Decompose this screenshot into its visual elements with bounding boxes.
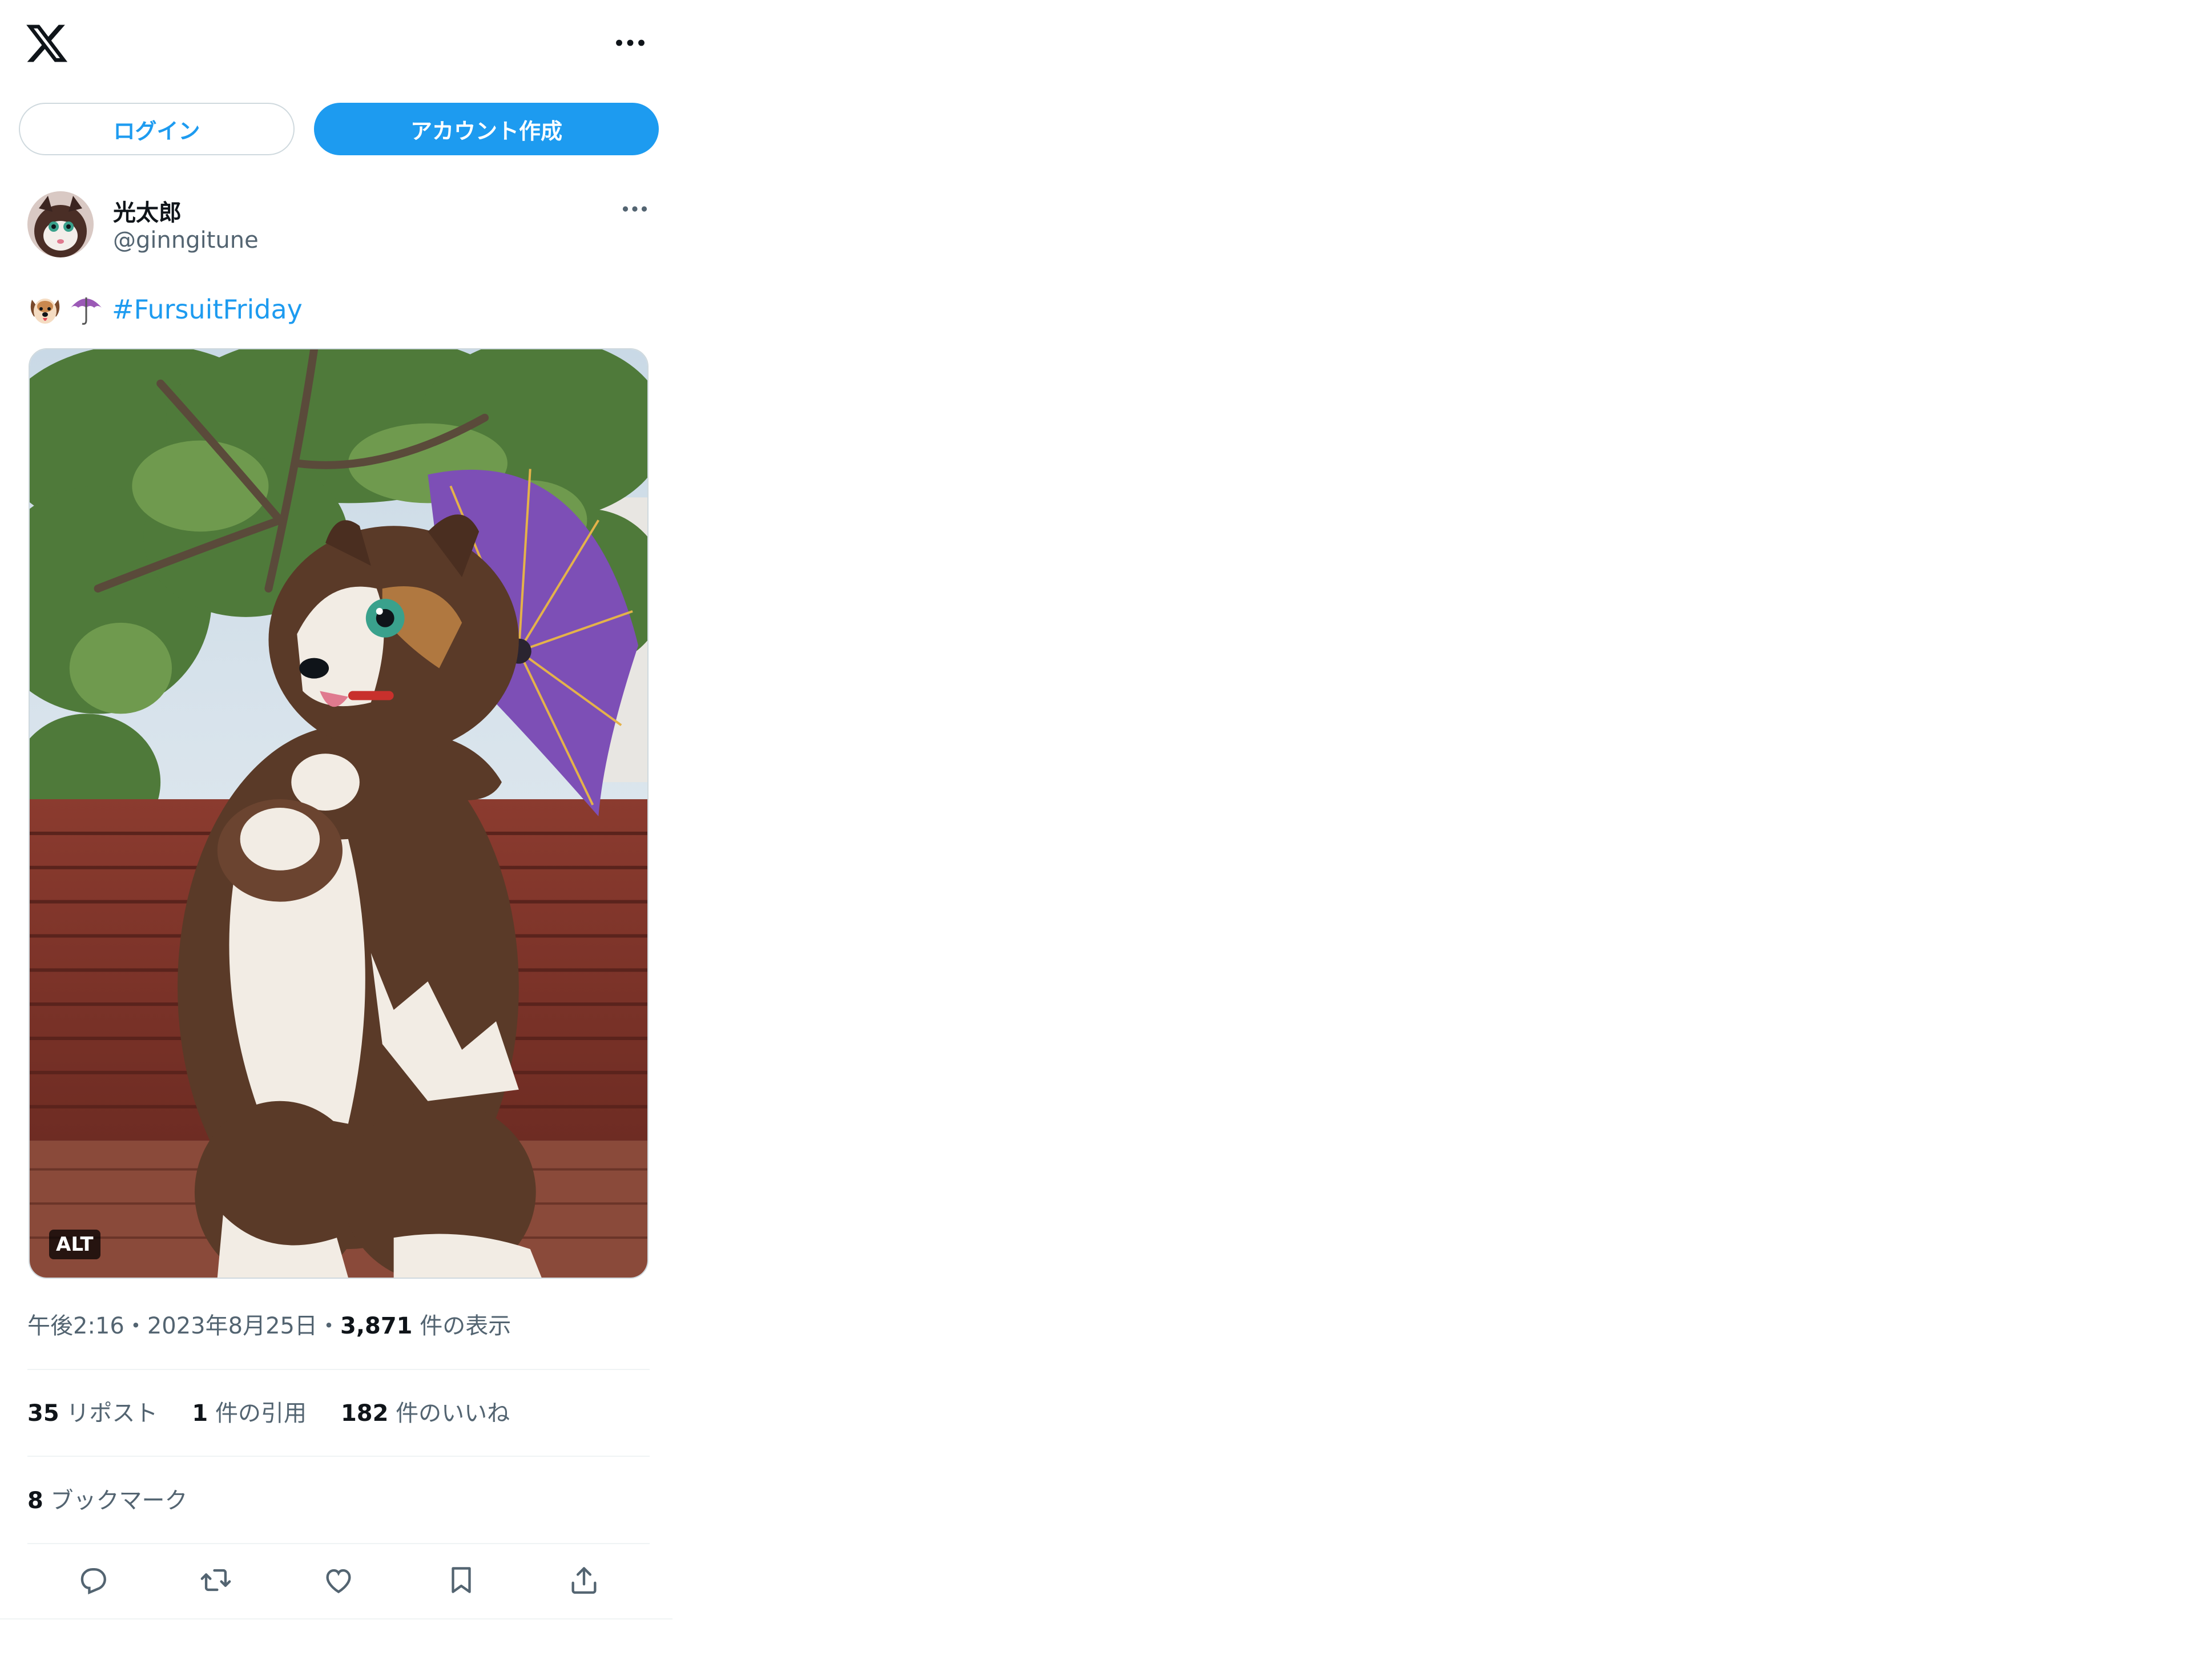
- divider: [27, 1369, 650, 1370]
- avatar[interactable]: [27, 191, 94, 257]
- tweet-date[interactable]: 2023年8月25日: [147, 1313, 317, 1339]
- more-horizontal-icon[interactable]: [609, 29, 652, 57]
- divider: [27, 1456, 650, 1457]
- signup-button[interactable]: アカウント作成: [314, 103, 659, 155]
- reply-icon[interactable]: [70, 1557, 115, 1603]
- login-button[interactable]: ログイン: [19, 103, 295, 155]
- reposts-stat[interactable]: 35 リポスト: [27, 1395, 158, 1428]
- dog-face-emoji: [27, 292, 63, 327]
- reposts-count: 35: [27, 1400, 59, 1427]
- engagement-stats: 35 リポスト 1 件の引用 182 件のいいね: [27, 1395, 510, 1428]
- views-count: 3,871: [340, 1313, 413, 1339]
- alt-badge[interactable]: ALT: [49, 1230, 100, 1259]
- x-logo-icon[interactable]: [24, 21, 70, 66]
- repost-icon[interactable]: [193, 1557, 239, 1603]
- tweet-column: ログイン アカウント作成 光太郎 @ginngitune #FursuitFri…: [0, 0, 672, 1619]
- likes-stat[interactable]: 182 件のいいね: [341, 1395, 510, 1428]
- action-bar: [27, 1557, 650, 1603]
- meta-separator: ・: [124, 1313, 147, 1339]
- reposts-label: リポスト: [59, 1400, 158, 1427]
- divider: [27, 1543, 650, 1544]
- tweet-media[interactable]: ALT: [29, 348, 649, 1279]
- likes-count: 182: [340, 1400, 389, 1427]
- share-icon[interactable]: [561, 1557, 607, 1603]
- quotes-label: 件の引用: [208, 1400, 307, 1427]
- more-horizontal-icon[interactable]: [617, 198, 653, 220]
- author-display-name[interactable]: 光太郎: [113, 194, 182, 227]
- meta-separator: ・: [317, 1313, 340, 1339]
- like-icon[interactable]: [316, 1557, 361, 1603]
- hashtag-link[interactable]: #FursuitFriday: [112, 290, 303, 329]
- app-root: ログイン アカウント作成 光太郎 @ginngitune #FursuitFri…: [0, 0, 2199, 1680]
- bookmarks-label: ブックマーク: [43, 1488, 188, 1514]
- tweet-meta: 午後2:16・2023年8月25日・3,871 件の表示: [27, 1307, 511, 1340]
- tweet-time[interactable]: 午後2:16: [27, 1313, 124, 1339]
- bookmark-icon[interactable]: [438, 1557, 484, 1603]
- quotes-stat[interactable]: 1 件の引用: [192, 1395, 307, 1428]
- umbrella-emoji: [69, 292, 104, 327]
- bookmarks-count: 8: [27, 1488, 43, 1514]
- bookmarks-stat: 8 ブックマーク: [27, 1482, 188, 1515]
- author-handle[interactable]: @ginngitune: [113, 227, 259, 253]
- views-label: 件の表示: [412, 1313, 512, 1339]
- tweet-text: #FursuitFriday: [27, 290, 303, 329]
- likes-label: 件のいいね: [388, 1400, 510, 1427]
- quotes-count: 1: [192, 1400, 208, 1427]
